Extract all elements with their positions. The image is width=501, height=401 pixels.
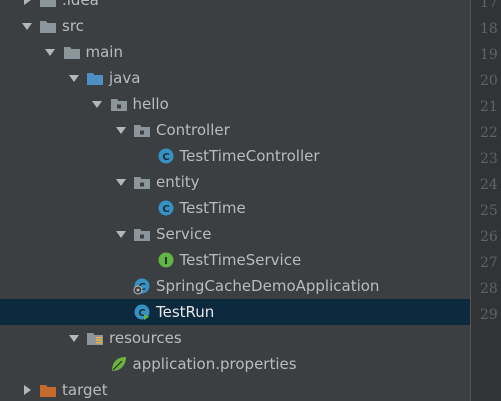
excluded-folder-icon [39,377,57,401]
tree-row[interactable]: java [0,65,470,91]
tree-row[interactable]: I TestTimeService [0,247,470,273]
expanded-arrow-icon[interactable] [68,65,80,91]
line-number: 26 [480,229,498,245]
interface-icon: I [157,247,175,273]
tree-row[interactable]: C TestRun [0,299,470,325]
tree-row[interactable]: entity [0,169,470,195]
tree-item-label: hello [132,95,169,113]
class-icon: C [157,195,175,221]
line-number: 21 [480,99,498,115]
tree-item-label: TestRun [156,303,215,321]
tree-row[interactable]: resources [0,325,470,351]
tree-row[interactable]: main [0,39,470,65]
line-number: 22 [480,125,498,141]
line-number: 23 [480,151,498,167]
tree-item-label: target [62,381,108,399]
tree-row[interactable]: Service [0,221,470,247]
folder-icon [63,39,81,65]
tree-item-label: src [62,17,84,35]
expanded-arrow-icon[interactable] [44,39,56,65]
expanded-arrow-icon[interactable] [115,117,127,143]
line-number: 20 [480,73,498,89]
tree-item-label: TestTimeService [179,251,302,269]
tree-item-label: TestTimeController [179,147,320,165]
tree-item-label: application.properties [132,355,297,373]
tree-item-label: TestTime [179,199,246,217]
tree-item-label: entity [156,173,200,191]
tree-row[interactable]: target [0,377,470,401]
editor-gutter: 17 18 19 20 21 22 23 24 25 26 27 28 29 [470,0,501,401]
source-folder-icon [86,65,104,91]
spring-boot-class-icon: C [133,273,151,299]
folder-icon [39,0,57,13]
tree-row[interactable]: C SpringCacheDemoApplication [0,273,470,299]
tree-item-label: main [85,43,123,61]
expanded-arrow-icon[interactable] [68,325,80,351]
package-icon [133,169,151,195]
tree-row[interactable]: C TestTimeController [0,143,470,169]
svg-text:I: I [164,256,168,267]
line-number: 19 [480,47,498,63]
line-number: 27 [480,255,498,271]
spring-properties-icon [110,351,128,377]
tree-row[interactable]: src [0,13,470,39]
line-number: 25 [480,203,498,219]
class-icon: C [157,143,175,169]
tree-item-label: .idea [62,0,99,9]
package-icon [133,221,151,247]
package-icon [133,117,151,143]
collapsed-arrow-icon[interactable] [21,0,33,13]
tree-row[interactable]: Controller [0,117,470,143]
expanded-arrow-icon[interactable] [115,221,127,247]
expanded-arrow-icon[interactable] [115,169,127,195]
runnable-class-icon: C [133,299,151,325]
tree-item-label: SpringCacheDemoApplication [156,277,380,295]
line-number: 29 [480,307,498,323]
package-icon [110,91,128,117]
expanded-arrow-icon[interactable] [21,13,33,39]
svg-text:C: C [162,204,169,215]
project-tree: .idea src main java hello Controller C TestTime… [0,0,470,401]
tree-row[interactable]: hello [0,91,470,117]
tree-item-label: Service [156,225,212,243]
line-number: 18 [480,21,498,37]
line-number: 24 [480,177,498,193]
tree-item-label: Controller [156,121,230,139]
expanded-arrow-icon[interactable] [91,91,103,117]
tree-row[interactable]: application.properties [0,351,470,377]
line-number: 17 [480,0,498,11]
line-number: 28 [480,281,498,297]
tree-item-label: resources [109,329,182,347]
tree-item-label: java [109,69,141,87]
resources-folder-icon [86,325,104,351]
folder-icon [39,13,57,39]
tree-row[interactable]: .idea [0,0,470,13]
svg-text:C: C [162,152,169,163]
tree-row[interactable]: C TestTime [0,195,470,221]
collapsed-arrow-icon[interactable] [21,377,33,401]
